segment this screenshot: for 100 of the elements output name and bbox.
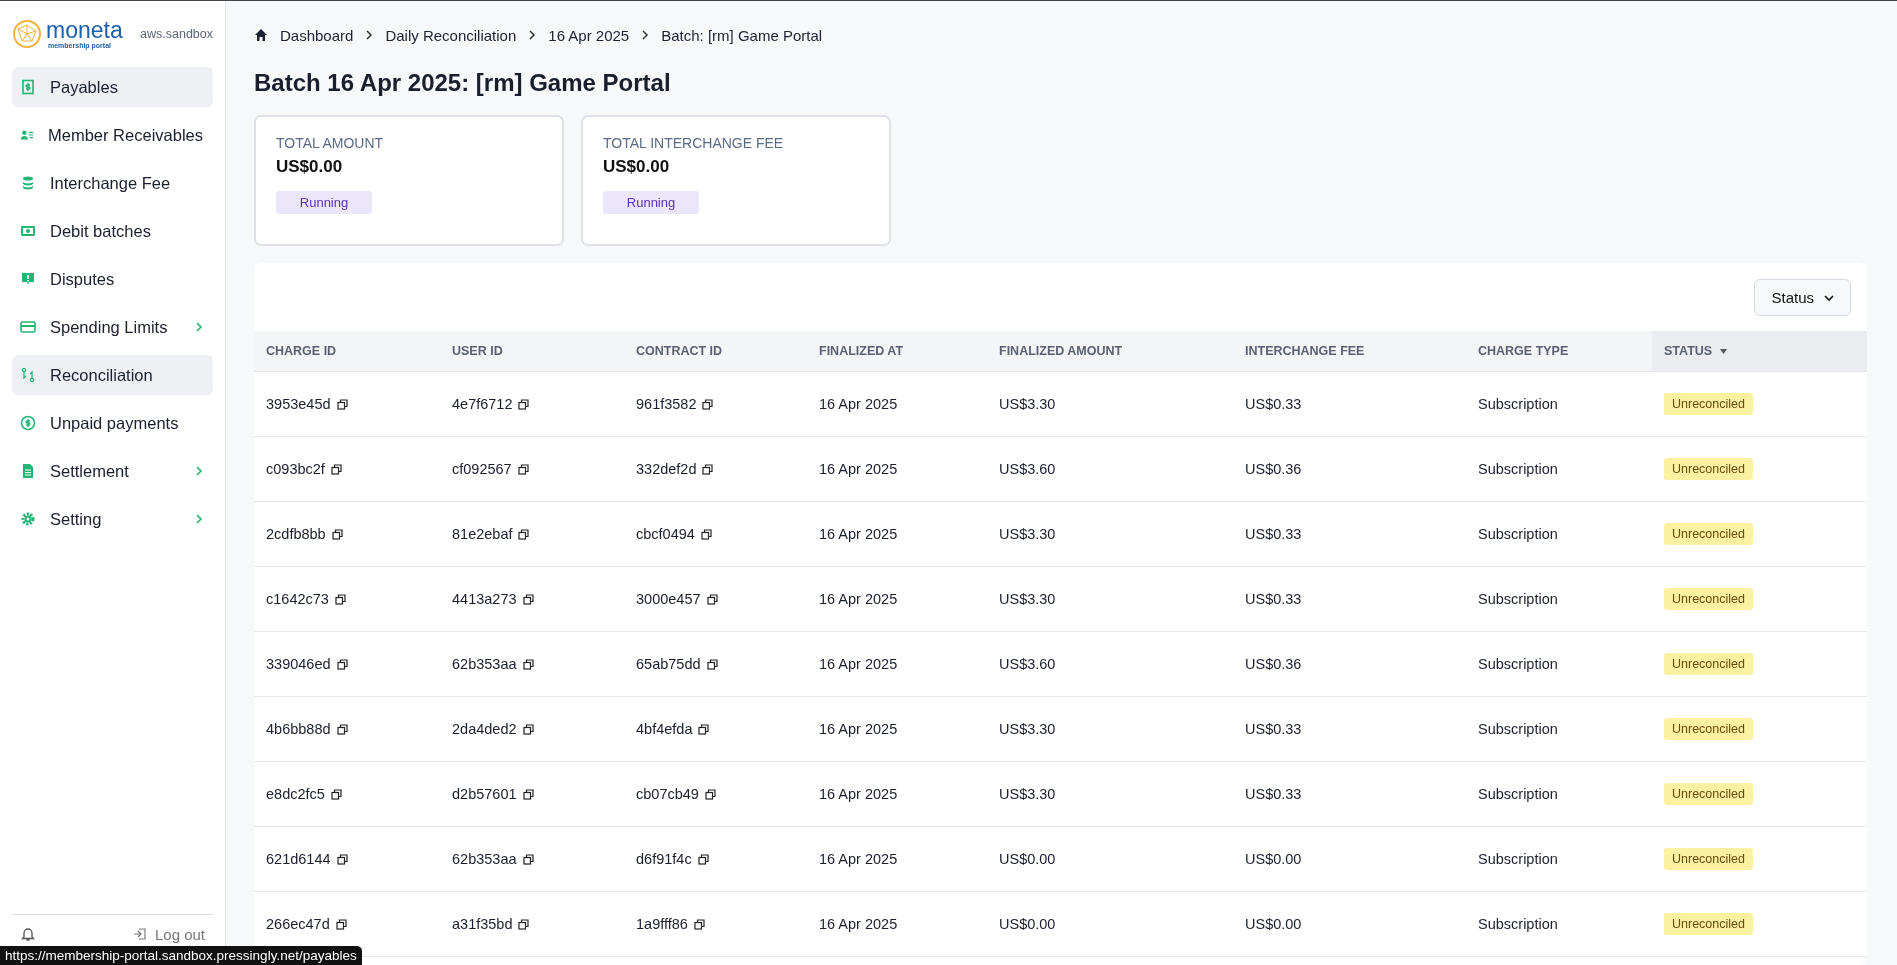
copy-icon[interactable]	[706, 658, 718, 670]
database-icon	[20, 175, 36, 191]
table-cell: 3000e457	[636, 591, 701, 607]
table-cell: US$0.00	[999, 916, 1056, 932]
breadcrumb-link[interactable]: 16 Apr 2025	[548, 26, 630, 44]
table-cell: 332def2d	[636, 461, 697, 477]
column-header[interactable]: USER ID	[440, 331, 624, 372]
copy-icon[interactable]	[336, 723, 348, 735]
column-header[interactable]: STATUS	[1652, 331, 1867, 372]
credit-card-icon	[20, 319, 36, 335]
table-cell: US$0.36	[1245, 656, 1302, 672]
column-header[interactable]: FINALIZED AMOUNT	[987, 331, 1233, 372]
table-cell: 16 Apr 2025	[819, 786, 898, 802]
breadcrumb-link[interactable]: Dashboard	[280, 26, 354, 44]
column-header[interactable]: CHARGE ID	[254, 331, 440, 372]
copy-icon[interactable]	[518, 528, 530, 540]
table-cell: 4413a273	[452, 591, 517, 607]
chevron-right-icon	[365, 30, 374, 40]
copy-icon[interactable]	[702, 463, 714, 475]
sidebar-item[interactable]: Unpaid payments	[12, 403, 213, 443]
table-cell: d2b57601	[452, 786, 517, 802]
column-header[interactable]: FINALIZED AT	[807, 331, 987, 372]
copy-icon[interactable]	[331, 528, 343, 540]
table-cell: cbcf0494	[636, 526, 695, 542]
copy-icon[interactable]	[700, 528, 712, 540]
settings-icon	[20, 511, 36, 527]
table-cell: Subscription	[1478, 396, 1558, 412]
bell-icon[interactable]	[20, 926, 36, 942]
table-cell: cf092567	[452, 461, 512, 477]
logout-icon	[132, 927, 147, 941]
copy-icon[interactable]	[693, 918, 705, 930]
environment-label: aws.sandbox	[140, 27, 213, 41]
dollar-icon	[20, 415, 36, 431]
sidebar-item[interactable]: Reconciliation	[12, 355, 213, 395]
sidebar-item[interactable]: Setting	[12, 499, 213, 539]
cash-icon	[20, 223, 36, 239]
copy-icon[interactable]	[336, 658, 348, 670]
table-cell: 621d6144	[266, 851, 331, 867]
table-cell: Subscription	[1478, 721, 1558, 737]
table-cell: 16 Apr 2025	[819, 721, 898, 737]
copy-icon[interactable]	[335, 918, 347, 930]
table-cell: US$0.33	[1245, 721, 1302, 737]
sort-down-icon	[1720, 348, 1728, 354]
copy-icon[interactable]	[336, 398, 348, 410]
table-cell: 16 Apr 2025	[819, 526, 898, 542]
breadcrumb-link[interactable]: Daily Reconciliation	[385, 26, 517, 44]
chevron-right-icon	[528, 30, 537, 40]
copy-icon[interactable]	[706, 593, 718, 605]
copy-icon[interactable]	[522, 593, 534, 605]
table-cell: 62b353aa	[452, 656, 517, 672]
copy-icon[interactable]	[336, 853, 348, 865]
column-header[interactable]: CONTRACT ID	[624, 331, 807, 372]
copy-icon[interactable]	[702, 398, 714, 410]
logout-button[interactable]: Log out	[132, 925, 205, 943]
column-header[interactable]: INTERCHANGE FEE	[1233, 331, 1466, 372]
copy-icon[interactable]	[704, 788, 716, 800]
copy-icon[interactable]	[518, 398, 530, 410]
home-icon[interactable]	[254, 28, 268, 42]
page-title: Batch 16 Apr 2025: [rm] Game Portal	[254, 69, 672, 97]
column-header[interactable]: CHARGE TYPE	[1466, 331, 1652, 372]
copy-icon[interactable]	[517, 463, 529, 475]
sidebar-item[interactable]: Payables	[12, 67, 213, 107]
copy-icon[interactable]	[522, 788, 534, 800]
copy-icon[interactable]	[522, 723, 534, 735]
table-cell: Subscription	[1478, 786, 1558, 802]
table-cell: 3953e45d	[266, 396, 331, 412]
chevron-right-icon	[195, 466, 203, 476]
table-cell: US$0.33	[1245, 396, 1302, 412]
copy-icon[interactable]	[697, 853, 709, 865]
copy-icon[interactable]	[522, 853, 534, 865]
sidebar-item[interactable]: Settlement	[12, 451, 213, 491]
copy-icon[interactable]	[334, 593, 346, 605]
table-cell: 62b353aa	[452, 851, 517, 867]
table-cell: Subscription	[1478, 916, 1558, 932]
status-filter-button[interactable]: Status	[1754, 279, 1851, 316]
chevron-right-icon	[195, 322, 203, 332]
copy-icon[interactable]	[330, 463, 342, 475]
table-cell: 16 Apr 2025	[819, 591, 898, 607]
table-cell: Subscription	[1478, 851, 1558, 867]
sidebar-item[interactable]: Debit batches	[12, 211, 213, 251]
sidebar-item[interactable]: Interchange Fee	[12, 163, 213, 203]
table-cell: c1642c73	[266, 591, 329, 607]
table-cell: US$0.36	[1245, 461, 1302, 477]
sidebar-item[interactable]: Member Receivables	[12, 115, 213, 155]
table-cell: 4e7f6712	[452, 396, 513, 412]
alert-icon	[20, 271, 36, 287]
status-badge: Unreconciled	[1664, 848, 1753, 870]
breadcrumb-current: Batch: [rm] Game Portal	[661, 26, 823, 44]
copy-icon[interactable]	[522, 658, 534, 670]
table-cell: 961f3582	[636, 396, 697, 412]
table-cell: US$0.00	[1245, 851, 1302, 867]
sidebar-item[interactable]: Spending Limits	[12, 307, 213, 347]
table-cell: Subscription	[1478, 461, 1558, 477]
copy-icon[interactable]	[330, 788, 342, 800]
copy-icon[interactable]	[698, 723, 710, 735]
status-badge: Unreconciled	[1664, 913, 1753, 935]
copy-icon[interactable]	[518, 918, 530, 930]
table-cell: a31f35bd	[452, 916, 513, 932]
table-cell: US$3.30	[999, 786, 1056, 802]
sidebar-item[interactable]: Disputes	[12, 259, 213, 299]
